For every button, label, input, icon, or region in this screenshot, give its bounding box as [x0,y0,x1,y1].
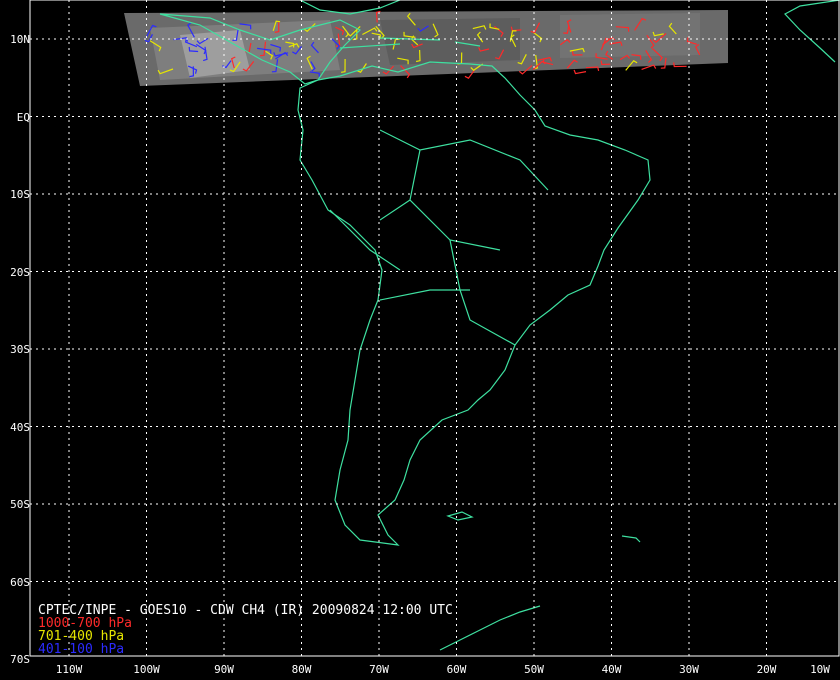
longitude-label: 90W [214,663,234,676]
wind-barb [585,66,600,72]
longitude-label: 30W [679,663,699,676]
longitude-label: 40W [601,663,622,676]
longitude-label: 10W [810,663,830,676]
map-caption: CPTEC/INPE - GOES10 - CDW CH4 (IR) 20090… [38,604,453,656]
longitude-label: 60W [446,663,467,676]
latitude-label: 30S [10,343,30,356]
africa-edge [784,0,840,63]
longitude-label: 110W [55,663,83,676]
wind-barb [573,69,587,75]
graticule [30,0,839,656]
longitude-label: 20W [756,663,777,676]
latitude-label: 60S [10,575,30,589]
south-georgia [621,535,641,543]
falklands [446,511,474,521]
legend-item-high: 401-100 hPa [38,642,125,657]
map-canvas [29,0,840,657]
latitude-label: 10N [10,33,30,46]
latitude-label: 50S [10,498,30,511]
longitude-label: 50W [524,663,544,676]
south-america-coast [297,61,651,546]
map-frame [29,0,840,657]
antarctic-peninsula [439,605,541,651]
map-view: 10N EQ 10S 20S 30S 40S 50S 60S 70S 110W 100W 90W 80… [0,0,840,680]
longitude-label: 80W [291,663,312,676]
latitude-label: 20S [10,265,30,279]
satellite-swath [124,10,728,86]
longitude-label: 70W [369,663,389,676]
latitude-label: 40S [10,420,30,434]
longitude-label: 100W [133,663,160,676]
coastline-layer [159,0,840,651]
latitude-label: 10S [10,188,30,201]
latitude-label: EQ [16,110,30,124]
latitude-label: 70S [10,653,30,666]
